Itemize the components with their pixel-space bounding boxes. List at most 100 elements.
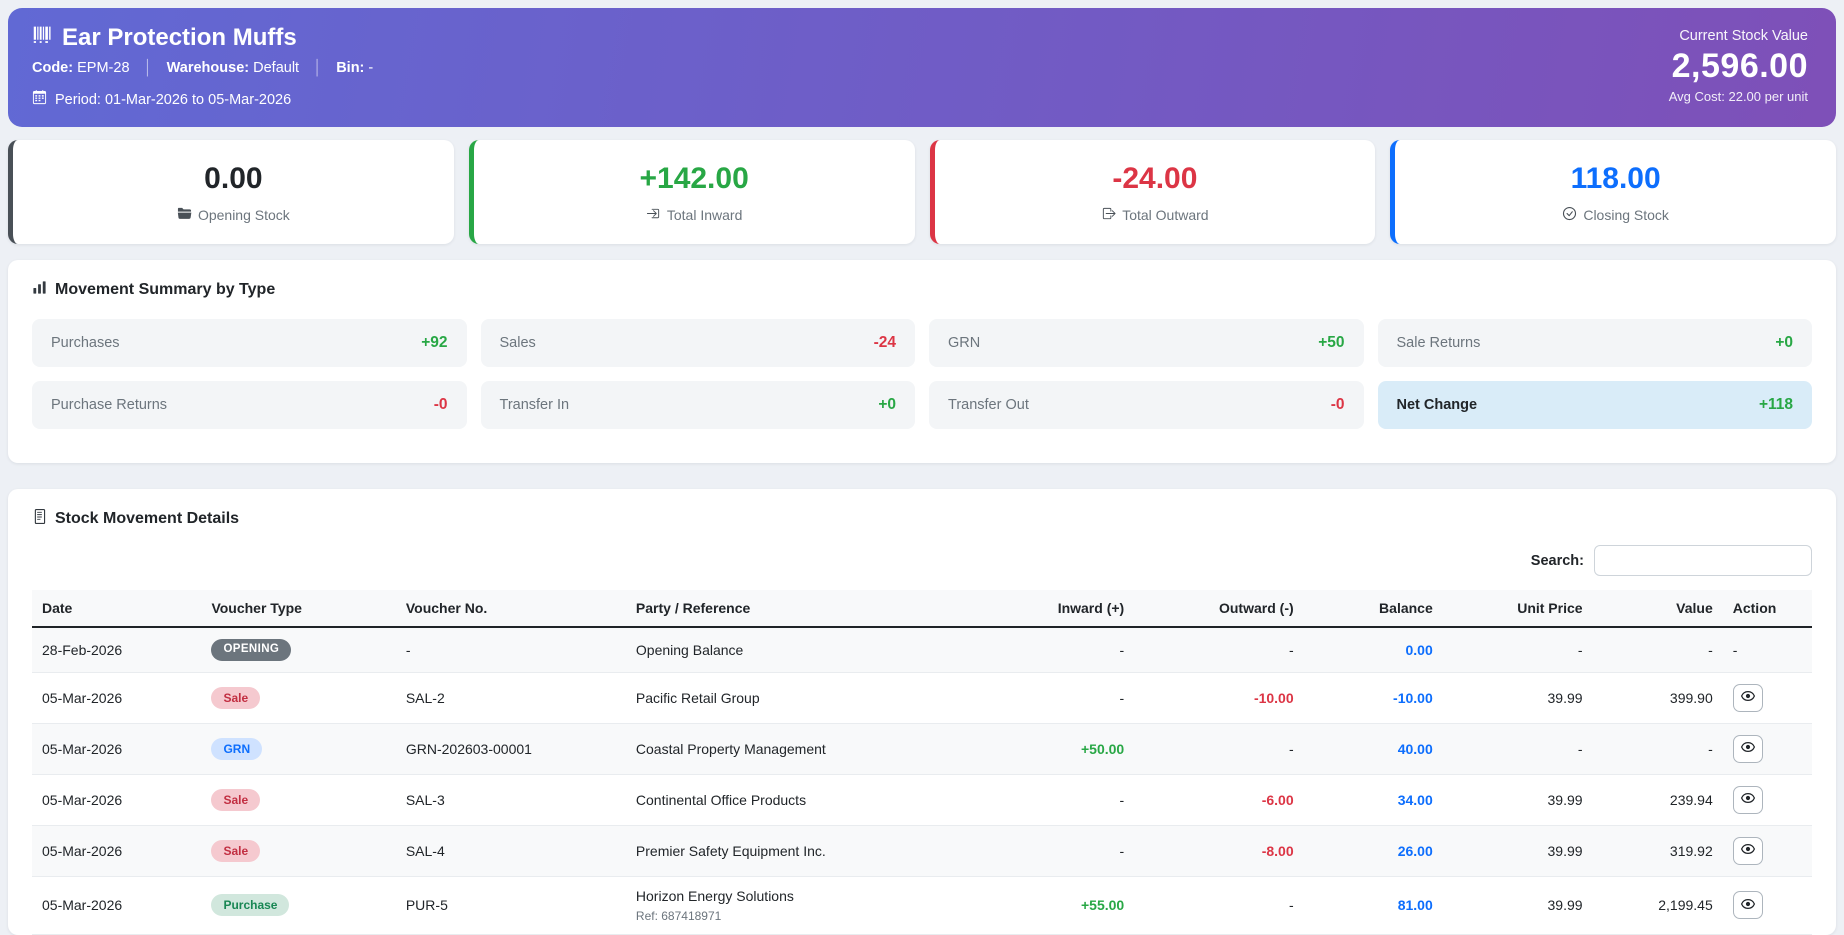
cell-date: 05-Mar-2026 <box>32 723 201 774</box>
table-row: 05-Mar-2026SaleSAL-3Continental Office P… <box>32 774 1812 825</box>
cell-action <box>1723 672 1812 723</box>
eye-icon <box>1740 689 1756 706</box>
summary-item-sale-returns: Sale Returns +0 <box>1378 319 1813 367</box>
cell-balance: 26.00 <box>1304 825 1443 876</box>
cell-balance: 0.00 <box>1304 627 1443 672</box>
cell-balance: 34.00 <box>1304 774 1443 825</box>
inward-value: - <box>1120 792 1125 808</box>
view-button[interactable] <box>1733 891 1763 919</box>
summary-item-value: +118 <box>1759 396 1793 414</box>
bar-chart-icon <box>32 280 47 300</box>
voucher-type-badge: Sale <box>211 687 260 709</box>
view-button[interactable] <box>1733 786 1763 814</box>
outward-value: - <box>1289 897 1294 913</box>
summary-item-transfer-out: Transfer Out-0 <box>929 381 1364 429</box>
stat-label: Total Outward <box>945 206 1366 224</box>
table-row: 05-Mar-2026SaleSAL-4Premier Safety Equip… <box>32 825 1812 876</box>
table-row: 05-Mar-2026GRNGRN-202603-00001Coastal Pr… <box>32 723 1812 774</box>
cell-voucher-no: GRN-202603-00001 <box>396 723 626 774</box>
party-name: Opening Balance <box>636 642 1005 658</box>
cell-date: 05-Mar-2026 <box>32 672 201 723</box>
stat-card-total-outward: -24.00Total Outward <box>930 140 1376 244</box>
outward-value: -6.00 <box>1262 792 1294 808</box>
voucher-type-badge: Sale <box>211 789 260 811</box>
balance-value: 81.00 <box>1398 897 1433 913</box>
inward-value: - <box>1120 843 1125 859</box>
check-circle-icon <box>1562 206 1577 224</box>
view-button[interactable] <box>1733 684 1763 712</box>
cell-unit-price: 39.99 <box>1443 825 1593 876</box>
table-row: 05-Mar-2026SaleSAL-2Pacific Retail Group… <box>32 672 1812 723</box>
cell-outward: - <box>1134 876 1303 934</box>
summary-item-grn: GRN+50 <box>929 319 1364 367</box>
column-header-voucher-type: Voucher Type <box>201 590 395 627</box>
cell-inward: - <box>1015 672 1134 723</box>
balance-value: 26.00 <box>1398 843 1433 859</box>
cell-voucher-type: Purchase <box>201 876 395 934</box>
cell-inward: - <box>1015 825 1134 876</box>
bin-label: Bin: <box>336 60 364 76</box>
code-label: Code: <box>32 60 73 76</box>
warehouse-value: Default <box>253 60 299 76</box>
column-header-outward: Outward (-) <box>1134 590 1303 627</box>
cell-balance: 81.00 <box>1304 876 1443 934</box>
cell-inward: - <box>1015 774 1134 825</box>
summary-item-value: -24 <box>874 334 896 352</box>
eye-icon <box>1740 897 1756 914</box>
bin-value: - <box>368 60 373 76</box>
column-header-action: Action <box>1723 590 1812 627</box>
cell-party: Continental Office Products <box>626 774 1015 825</box>
cell-date: 05-Mar-2026 <box>32 876 201 934</box>
calendar-icon <box>32 90 47 109</box>
summary-item-value: +0 <box>1775 334 1793 352</box>
cell-action <box>1723 774 1812 825</box>
party-reference: Ref: 687418971 <box>636 909 1005 923</box>
summary-title: Movement Summary by Type <box>55 281 275 299</box>
outward-value: -8.00 <box>1262 843 1294 859</box>
movement-table-head: DateVoucher TypeVoucher No.Party / Refer… <box>32 590 1812 627</box>
stat-label: Closing Stock <box>1405 206 1826 224</box>
stock-value-panel: Current Stock Value 2,596.00 Avg Cost: 2… <box>1669 28 1808 104</box>
summary-item-value: -0 <box>434 396 448 414</box>
summary-item-transfer-in: Transfer In+0 <box>481 381 916 429</box>
meta-separator: │ <box>313 60 322 76</box>
product-header: Ear Protection Muffs Code: EPM-28 │ Ware… <box>8 8 1836 127</box>
summary-item-label: GRN <box>948 335 980 351</box>
cell-voucher-no: - <box>396 627 626 672</box>
stat-value: +142.00 <box>484 162 905 196</box>
stat-card-total-inward: +142.00Total Inward <box>469 140 915 244</box>
cell-action: - <box>1723 627 1812 672</box>
cell-outward: - <box>1134 627 1303 672</box>
stat-value: 118.00 <box>1405 162 1826 196</box>
period-text: Period: 01-Mar-2026 to 05-Mar-2026 <box>55 92 291 108</box>
cell-voucher-no: SAL-4 <box>396 825 626 876</box>
movement-table-body: 28-Feb-2026OPENING-Opening Balance--0.00… <box>32 627 1812 934</box>
cell-party: Pacific Retail Group <box>626 672 1015 723</box>
balance-value: 34.00 <box>1398 792 1433 808</box>
cell-voucher-type: GRN <box>201 723 395 774</box>
view-button[interactable] <box>1733 735 1763 763</box>
inward-value: - <box>1120 690 1125 706</box>
voucher-type-badge: GRN <box>211 738 262 760</box>
outward-value: -10.00 <box>1254 690 1294 706</box>
cell-party: Premier Safety Equipment Inc. <box>626 825 1015 876</box>
cell-unit-price: 39.99 <box>1443 672 1593 723</box>
cell-unit-price: 39.99 <box>1443 774 1593 825</box>
stat-card-closing-stock: 118.00 Closing Stock <box>1390 140 1836 244</box>
cell-date: 05-Mar-2026 <box>32 825 201 876</box>
inward-value: +50.00 <box>1081 741 1124 757</box>
summary-item-label: Sale Returns <box>1397 335 1481 351</box>
summary-item-label: Purchase Returns <box>51 397 167 413</box>
column-header-party-reference: Party / Reference <box>626 590 1015 627</box>
stock-details-card: Stock Movement Details Search: DateVouch… <box>8 489 1836 935</box>
eye-icon <box>1740 842 1756 859</box>
stock-value: 2,596.00 <box>1669 47 1808 86</box>
table-row: 05-Mar-2026PurchasePUR-5Horizon Energy S… <box>32 876 1812 934</box>
view-button[interactable] <box>1733 837 1763 865</box>
search-input[interactable] <box>1594 545 1812 576</box>
details-title: Stock Movement Details <box>55 510 239 528</box>
party-name: Premier Safety Equipment Inc. <box>636 843 1005 859</box>
cell-inward: +50.00 <box>1015 723 1134 774</box>
cell-party: Horizon Energy SolutionsRef: 687418971 <box>626 876 1015 934</box>
code-value: EPM-28 <box>77 60 129 76</box>
